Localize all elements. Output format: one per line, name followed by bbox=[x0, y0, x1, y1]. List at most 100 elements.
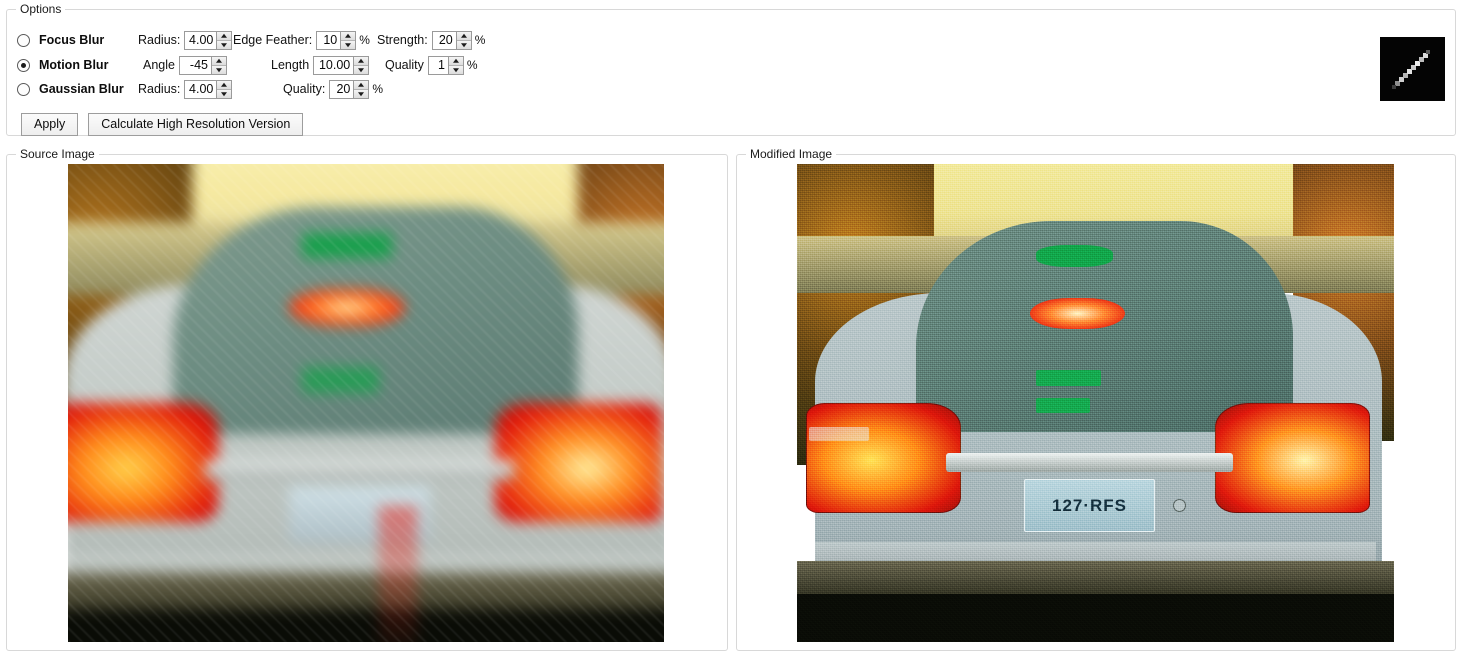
high-mount-brake-light bbox=[288, 289, 405, 326]
spin-value-focus-radius[interactable]: 4.00 bbox=[185, 31, 217, 49]
license-plate-text: 127·RFS bbox=[1052, 495, 1128, 515]
trunk-keyhole bbox=[1173, 498, 1187, 512]
green-sticker-lower bbox=[1035, 369, 1102, 387]
caption-edge-feather: Edge Feather: bbox=[233, 33, 313, 47]
spin-buttons-edge-feather[interactable] bbox=[340, 31, 356, 49]
spin-buttons-gaussian-radius[interactable] bbox=[216, 80, 232, 98]
spin-down-icon[interactable] bbox=[456, 40, 471, 49]
motion-blur-kernel-preview bbox=[1380, 37, 1445, 101]
shadow-ground bbox=[68, 609, 664, 642]
radio-motion-blur[interactable] bbox=[17, 58, 30, 72]
label-motion-blur: Motion Blur bbox=[39, 58, 109, 72]
apply-button[interactable]: Apply bbox=[21, 113, 79, 136]
source-image-legend: Source Image bbox=[16, 147, 99, 161]
modified-image-legend: Modified Image bbox=[746, 147, 837, 161]
suffix-edge-feather: % bbox=[359, 33, 370, 47]
spin-buttons-motion-quality[interactable] bbox=[447, 56, 463, 74]
spin-value-gaussian-radius[interactable]: 4.00 bbox=[185, 80, 217, 98]
spinbox-gaussian-radius[interactable]: 4.00 bbox=[184, 79, 233, 99]
spinbox-motion-length[interactable]: 10.00 bbox=[313, 55, 370, 75]
field-motion-angle: Angle -45 bbox=[143, 55, 227, 75]
spin-down-icon[interactable] bbox=[354, 65, 369, 74]
field-edge-feather: Edge Feather: 10 % bbox=[233, 30, 370, 50]
spin-down-icon[interactable] bbox=[217, 40, 232, 49]
high-mount-brake-light bbox=[1029, 297, 1126, 329]
spin-up-icon[interactable] bbox=[341, 31, 356, 40]
spinbox-focus-radius[interactable]: 4.00 bbox=[184, 30, 233, 50]
spin-buttons-focus-radius[interactable] bbox=[216, 31, 232, 49]
caption-gaussian-radius: Radius: bbox=[138, 82, 181, 96]
field-motion-quality: Quality 1 % bbox=[385, 55, 478, 75]
source-image-canvas[interactable] bbox=[68, 164, 664, 642]
spin-up-icon[interactable] bbox=[456, 31, 471, 40]
tail-light-left bbox=[805, 403, 962, 513]
radio-focus-blur[interactable] bbox=[17, 33, 30, 47]
tail-light-left bbox=[68, 403, 218, 522]
spinbox-motion-angle[interactable]: -45 bbox=[178, 55, 227, 75]
caption-focus-radius: Radius: bbox=[138, 33, 181, 47]
field-gaussian-quality: Quality: 20 % bbox=[283, 79, 383, 99]
spin-up-icon[interactable] bbox=[217, 31, 232, 40]
spin-buttons-motion-angle[interactable] bbox=[210, 56, 226, 74]
calculate-high-resolution-version-button[interactable]: Calculate High Resolution Version bbox=[88, 113, 304, 136]
caption-gaussian-quality: Quality: bbox=[283, 82, 326, 96]
spinbox-strength[interactable]: 20 bbox=[431, 30, 472, 50]
suffix-gaussian-quality: % bbox=[372, 82, 384, 96]
spin-up-icon[interactable] bbox=[354, 80, 369, 89]
spin-buttons-motion-length[interactable] bbox=[353, 56, 369, 74]
source-photo bbox=[68, 164, 664, 642]
spinbox-gaussian-quality[interactable]: 20 bbox=[329, 79, 370, 99]
red-streak bbox=[378, 506, 418, 642]
spin-down-icon[interactable] bbox=[211, 65, 226, 74]
radio-gaussian-blur[interactable] bbox=[17, 82, 30, 96]
trunk-trim-line bbox=[946, 453, 1233, 473]
spin-down-icon[interactable] bbox=[341, 40, 356, 49]
modified-photo: 127·RFS bbox=[797, 164, 1394, 642]
label-focus-blur: Focus Blur bbox=[39, 33, 105, 47]
green-sticker-lower bbox=[301, 366, 379, 393]
spin-buttons-strength[interactable] bbox=[455, 31, 471, 49]
spin-up-icon[interactable] bbox=[211, 56, 226, 65]
modified-image-group: Modified Image 127·RFS bbox=[736, 147, 1456, 651]
spin-value-motion-angle[interactable]: -45 bbox=[179, 56, 211, 74]
field-focus-radius: Radius: 4.00 bbox=[138, 30, 233, 50]
label-gaussian-blur: Gaussian Blur bbox=[39, 82, 124, 96]
spin-value-gaussian-quality[interactable]: 20 bbox=[330, 80, 354, 98]
caption-motion-angle: Angle bbox=[143, 58, 175, 72]
spin-value-strength[interactable]: 20 bbox=[432, 31, 456, 49]
caption-motion-quality: Quality bbox=[385, 58, 424, 72]
spin-buttons-gaussian-quality[interactable] bbox=[353, 80, 369, 98]
source-image-group: Source Image bbox=[6, 147, 728, 651]
option-row-motion-blur: Motion Blur bbox=[17, 54, 135, 76]
field-motion-length: Length 10.00 bbox=[271, 55, 370, 75]
option-row-gaussian-blur: Gaussian Blur bbox=[17, 78, 135, 100]
caption-motion-length: Length bbox=[271, 58, 310, 72]
field-strength: Strength: 20 % bbox=[377, 30, 485, 50]
spin-up-icon[interactable] bbox=[448, 56, 463, 65]
spin-down-icon[interactable] bbox=[354, 89, 369, 98]
caption-strength: Strength: bbox=[377, 33, 428, 47]
spinbox-motion-quality[interactable]: 1 bbox=[427, 55, 464, 75]
spin-value-motion-length[interactable]: 10.00 bbox=[314, 56, 354, 74]
modified-image-canvas[interactable]: 127·RFS bbox=[797, 164, 1394, 642]
green-sticker-top bbox=[301, 232, 392, 259]
green-sticker-lower-2 bbox=[1035, 398, 1090, 413]
option-row-focus-blur: Focus Blur bbox=[17, 29, 135, 51]
spin-down-icon[interactable] bbox=[217, 89, 232, 98]
trunk-trim-line bbox=[205, 459, 515, 481]
kernel-streak-icon bbox=[1380, 37, 1445, 101]
spin-up-icon[interactable] bbox=[354, 56, 369, 65]
tail-light-right bbox=[494, 403, 663, 522]
green-sticker-top bbox=[1035, 245, 1114, 267]
suffix-strength: % bbox=[474, 33, 486, 47]
options-group-legend: Options bbox=[16, 2, 66, 16]
spinbox-edge-feather[interactable]: 10 bbox=[316, 30, 357, 50]
spin-up-icon[interactable] bbox=[217, 80, 232, 89]
spin-value-edge-feather[interactable]: 10 bbox=[317, 31, 341, 49]
field-gaussian-radius: Radius: 4.00 bbox=[138, 79, 233, 99]
source-blur-layer bbox=[68, 164, 664, 642]
license-plate: 127·RFS bbox=[1023, 479, 1156, 533]
spin-down-icon[interactable] bbox=[448, 65, 463, 74]
spin-value-motion-quality[interactable]: 1 bbox=[428, 56, 448, 74]
action-button-row: Apply Calculate High Resolution Version bbox=[21, 113, 304, 136]
